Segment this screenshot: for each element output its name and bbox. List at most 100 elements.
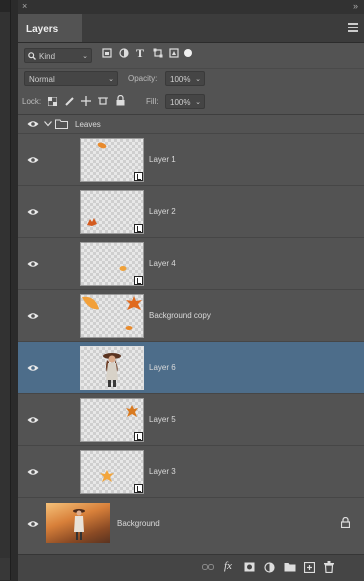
visibility-eye-icon[interactable] (27, 468, 39, 476)
layer-filter-row: Kind ⌄ T (18, 42, 364, 69)
layer-name: Background (117, 519, 160, 528)
layer-row-background[interactable]: Background (18, 498, 364, 550)
layer-thumbnail (80, 190, 144, 234)
new-layer-icon[interactable] (304, 562, 315, 573)
shape-filter-icon[interactable] (153, 48, 163, 58)
visibility-eye-icon[interactable] (27, 260, 39, 268)
layer-group-leaves[interactable]: Leaves (18, 114, 364, 134)
layer-row[interactable]: Layer 3 (18, 446, 364, 498)
folder-icon[interactable] (284, 562, 296, 572)
layer-name: Layer 5 (149, 415, 176, 424)
type-filter-icon[interactable]: T (136, 46, 144, 61)
blend-mode-value: Normal (29, 75, 55, 84)
lock-transparent-pixels-icon[interactable] (48, 97, 57, 106)
opacity-label: Opacity: (128, 74, 158, 83)
layer-thumbnail (80, 346, 144, 390)
smart-object-filter-icon[interactable] (169, 48, 179, 58)
trash-icon[interactable] (324, 561, 334, 573)
chevron-down-icon: ⌄ (195, 99, 201, 106)
lock-all-icon[interactable] (116, 95, 125, 106)
tab-layers[interactable]: Layers (18, 14, 82, 42)
person-figure-icon (73, 509, 85, 540)
filter-toggle-icon[interactable] (184, 49, 192, 57)
search-icon (28, 52, 36, 60)
filter-kind-label: Kind (39, 52, 56, 61)
smart-object-badge-icon (134, 172, 143, 181)
visibility-eye-icon[interactable] (27, 120, 39, 128)
layer-thumbnail (46, 503, 110, 543)
layer-name: Layer 3 (149, 467, 176, 476)
blend-row: Normal ⌄ Opacity: 100% ⌄ (18, 68, 364, 90)
layer-name: Layer 1 (149, 155, 176, 164)
layer-thumbnail (80, 242, 144, 286)
collapse-panel-icon[interactable]: » (353, 1, 358, 11)
folder-icon (55, 119, 68, 129)
layer-thumbnail (80, 450, 144, 494)
panel-titlebar: × » (18, 0, 364, 14)
lock-icon[interactable] (341, 517, 350, 528)
chevron-down-icon: ⌄ (195, 76, 201, 83)
chevron-down-icon: ⌄ (82, 53, 88, 60)
adjacent-panel-footer (0, 558, 10, 580)
layers-list: Leaves Layer 1 Layer 2 Layer 4 Backgroun… (18, 114, 364, 554)
mask-icon[interactable] (244, 562, 255, 572)
panel-tab-row: Layers (18, 14, 364, 43)
fill-value: 100% (170, 98, 191, 107)
lock-image-pixels-icon[interactable] (65, 96, 75, 106)
pixel-filter-icon[interactable] (102, 48, 112, 58)
layer-thumbnail (80, 398, 144, 442)
leaf-icon (119, 266, 127, 271)
leaf-icon (97, 142, 107, 149)
layer-name: Layer 6 (149, 363, 176, 372)
visibility-eye-icon[interactable] (27, 416, 39, 424)
leaf-icon (87, 218, 97, 226)
fx-icon[interactable]: fx (224, 560, 232, 572)
smart-object-badge-icon (134, 432, 143, 441)
adjacent-panel-cap (0, 0, 10, 12)
visibility-eye-icon[interactable] (27, 520, 39, 528)
chevron-down-icon: ⌄ (108, 76, 114, 83)
panel-menu-icon[interactable] (348, 23, 358, 33)
leaf-icon (126, 405, 138, 417)
layer-row[interactable]: Layer 4 (18, 238, 364, 290)
smart-object-badge-icon (134, 484, 143, 493)
lock-label: Lock: (22, 97, 42, 106)
layer-thumbnail (80, 294, 144, 338)
layer-name: Leaves (75, 120, 101, 129)
blend-mode-select[interactable]: Normal ⌄ (24, 71, 118, 86)
adjacent-panel-strip (0, 0, 11, 580)
close-panel-icon[interactable]: × (22, 1, 27, 11)
layer-row[interactable]: Layer 1 (18, 134, 364, 186)
adjustment-icon[interactable] (264, 562, 275, 573)
layer-row[interactable]: Background copy (18, 290, 364, 342)
opacity-input[interactable]: 100% ⌄ (165, 71, 205, 86)
lock-artboard-icon[interactable] (98, 96, 108, 106)
visibility-eye-icon[interactable] (27, 156, 39, 164)
layers-bottom-toolbar: fx (18, 554, 364, 581)
layer-name: Background copy (149, 311, 211, 320)
visibility-eye-icon[interactable] (27, 364, 39, 372)
visibility-eye-icon[interactable] (27, 208, 39, 216)
visibility-eye-icon[interactable] (27, 312, 39, 320)
fill-label: Fill: (146, 97, 159, 106)
lock-row: Lock: Fill: 100% ⌄ (18, 90, 364, 115)
person-figure-icon (103, 353, 121, 387)
adjustment-filter-icon[interactable] (119, 48, 129, 58)
filter-kind-select[interactable]: Kind ⌄ (24, 48, 92, 63)
layer-name: Layer 4 (149, 259, 176, 268)
layer-thumbnail (80, 138, 144, 182)
layers-panel: × » Layers Kind ⌄ T Normal ⌄ Opacity: 10… (18, 0, 364, 581)
layer-row[interactable]: Layer 2 (18, 186, 364, 238)
fill-input[interactable]: 100% ⌄ (165, 94, 205, 109)
chevron-down-icon[interactable] (44, 121, 52, 127)
leaf-icon (100, 470, 114, 482)
layer-name: Layer 2 (149, 207, 176, 216)
lock-position-icon[interactable] (81, 96, 91, 106)
layer-row[interactable]: Layer 5 (18, 394, 364, 446)
leaf-icon (126, 296, 142, 310)
layer-row-selected[interactable]: Layer 6 (18, 342, 364, 394)
link-layers-icon[interactable] (202, 564, 214, 570)
smart-object-badge-icon (134, 224, 143, 233)
opacity-value: 100% (170, 75, 191, 84)
leaf-icon (125, 326, 133, 330)
